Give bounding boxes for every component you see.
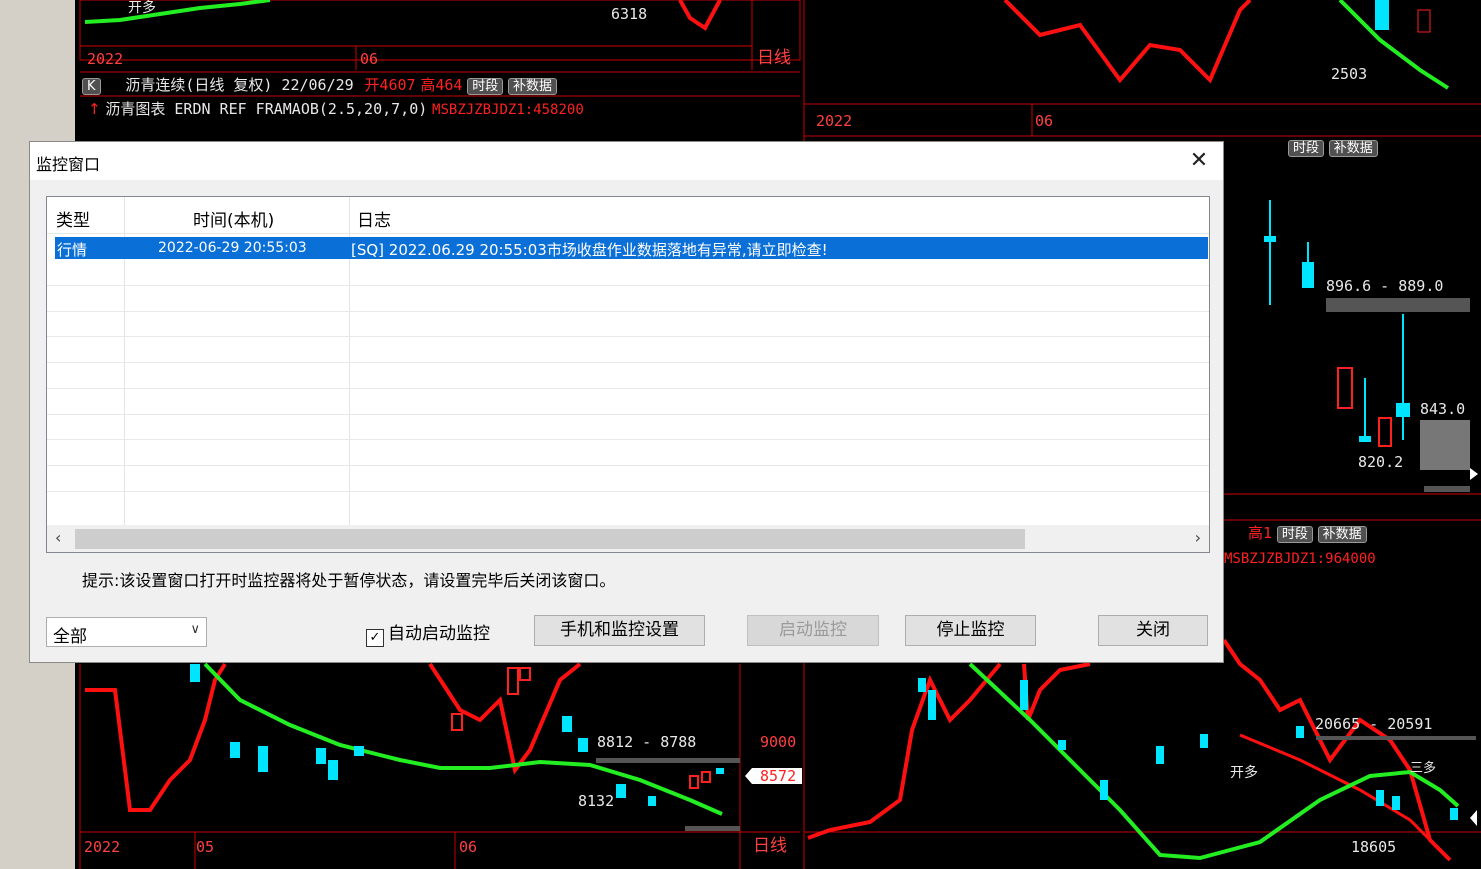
scroll-left-icon[interactable]: ‹	[55, 528, 61, 547]
log-table: 类型 时间(本机) 日志 行情 2022-06-29 20:55:03 [SQ]…	[46, 196, 1210, 553]
filter-select-value: 全部	[53, 627, 87, 647]
br-price-range: 20665 - 20591	[1315, 715, 1433, 733]
br-signal-sanduo: 三多	[1410, 761, 1437, 776]
br-low-label: 18605	[1351, 838, 1397, 856]
up-arrow-icon: ↑	[88, 100, 101, 118]
dialog-title: 监控窗口	[36, 155, 101, 174]
tr-price-level: 843.0	[1420, 400, 1466, 418]
tl-info-bar: K 沥青连续(日线 复权) 22/06/29 开4607 高464 时段 补数据	[82, 76, 558, 95]
table-header: 类型 时间(本机) 日志	[47, 197, 1209, 233]
tr-date-2022: 2022	[816, 112, 853, 130]
close-button[interactable]: 关闭	[1098, 615, 1208, 646]
phone-settings-button[interactable]: 手机和监控设置	[534, 615, 705, 646]
tl-bushuju-button[interactable]: 补数据	[508, 78, 558, 95]
bl-last-price-tag: 8572	[760, 767, 797, 785]
bl-date-2022: 2022	[84, 838, 121, 856]
monitor-dialog: 监控窗口 ✕ 类型 时间(本机) 日志 行情 2022-06-29 20:55:…	[29, 141, 1224, 663]
tl-contract-name: 沥青连续(日线 复权) 22/06/29	[125, 76, 354, 94]
tl-price-label: 6318	[611, 5, 648, 23]
tr-bushuju-button[interactable]: 补数据	[1328, 140, 1378, 157]
tl-period-label: 日线	[757, 48, 791, 68]
k-button[interactable]: K	[82, 78, 101, 95]
bl-date-05: 05	[196, 838, 215, 856]
mr-high: 高1	[1248, 524, 1273, 542]
column-header-type[interactable]: 类型	[56, 206, 90, 231]
tr-date-06: 06	[1035, 112, 1054, 130]
mr-formula-value: MSBZJZBJDZ1:964000	[1224, 551, 1376, 567]
bl-axis-tick-9000: 9000	[760, 733, 797, 751]
hint-text: 提示:该设置窗口打开时监控器将处于暂停状态，请设置完毕后关闭该窗口。	[82, 571, 616, 590]
bl-period-label: 日线	[753, 836, 787, 856]
tr-price-label: 2503	[1331, 65, 1368, 83]
auto-start-label: 自动启动监控	[388, 624, 490, 644]
tl-shiduan-button[interactable]: 时段	[467, 78, 504, 95]
tl-high: 高464	[420, 76, 463, 94]
stop-monitor-button[interactable]: 停止监控	[905, 615, 1036, 646]
tl-formula-bar: ↑ 沥青图表 ERDN REF FRAMAOB(2.5,20,7,0) MSBZ…	[88, 101, 584, 119]
row-time: 2022-06-29 20:55:03	[158, 240, 307, 256]
br-signal-kaiduo: 开多	[1230, 765, 1258, 781]
column-header-log[interactable]: 日志	[357, 206, 391, 231]
checkbox-checked-icon[interactable]: ✓	[366, 629, 384, 647]
horizontal-scrollbar[interactable]: ‹ ›	[47, 525, 1209, 552]
chevron-down-icon: ∨	[190, 622, 200, 637]
scrollbar-thumb[interactable]	[75, 529, 1025, 549]
bl-price-range: 8812 - 8788	[597, 733, 697, 751]
tl-formula-title: 沥青图表 ERDN REF FRAMAOB(2.5,20,7,0)	[105, 100, 428, 118]
tl-date-06: 06	[360, 50, 379, 68]
tl-date-2022: 2022	[87, 50, 124, 68]
tr-shiduan-button[interactable]: 时段	[1288, 140, 1325, 157]
tl-signal-label: 开多	[128, 0, 156, 16]
mr-info-bar: 高1 时段 补数据	[1248, 525, 1367, 543]
tr-low-price: 820.2	[1358, 453, 1404, 471]
bl-low-label: 8132	[578, 792, 615, 810]
mr-bushuju-button[interactable]: 补数据	[1317, 526, 1367, 543]
row-log: [SQ] 2022.06.29 20:55:03市场收盘作业数据落地有异常,请立…	[351, 241, 828, 259]
close-icon[interactable]: ✕	[1183, 146, 1215, 176]
table-row[interactable]: 行情 2022-06-29 20:55:03 [SQ] 2022.06.29 2…	[55, 237, 1208, 259]
filter-select[interactable]: 全部 ∨	[46, 617, 207, 647]
dialog-titlebar[interactable]: 监控窗口 ✕	[30, 142, 1223, 180]
scroll-right-icon[interactable]: ›	[1195, 528, 1201, 547]
tr-price-range: 896.6 - 889.0	[1326, 277, 1444, 295]
auto-start-checkbox[interactable]: ✓ 自动启动监控	[366, 619, 490, 647]
column-header-time[interactable]: 时间(本机)	[193, 206, 274, 231]
row-type: 行情	[57, 241, 88, 259]
tr-info-bar: 时段 补数据	[1288, 139, 1378, 157]
bl-date-06: 06	[459, 838, 478, 856]
start-monitor-button[interactable]: 启动监控	[747, 615, 879, 646]
tl-open: 开4607	[364, 76, 416, 94]
tl-formula-value: MSBZJZBJDZ1:458200	[432, 102, 584, 118]
mr-shiduan-button[interactable]: 时段	[1276, 526, 1313, 543]
